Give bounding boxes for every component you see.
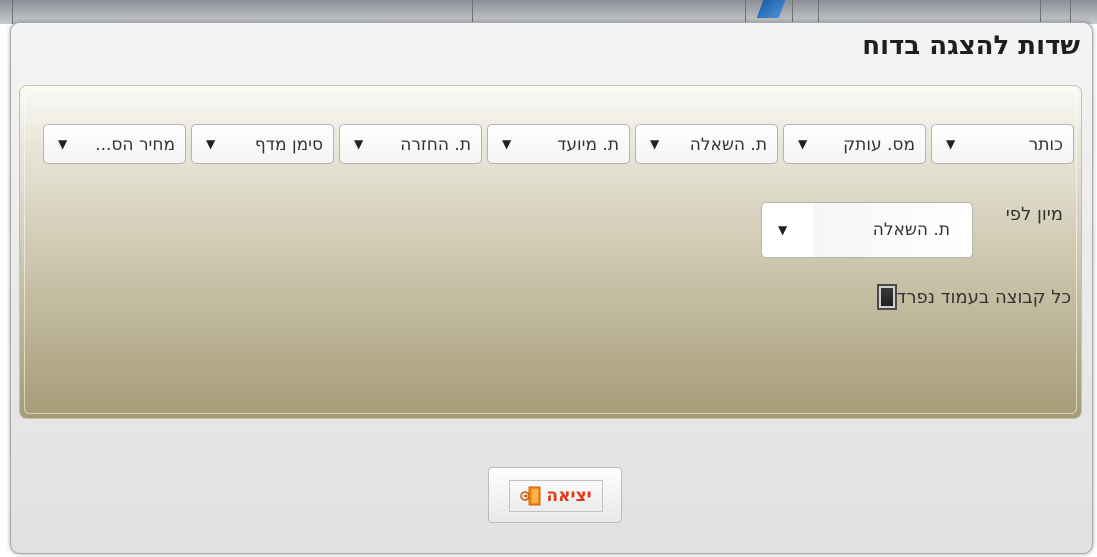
chevron-down-icon: ▼: [946, 137, 956, 151]
chevron-down-icon: ▼: [58, 137, 68, 151]
background-divider: [1070, 0, 1071, 24]
chevron-down-icon: ▼: [650, 137, 660, 151]
dropdown-label: ת. השאלה: [689, 135, 767, 155]
exit-door-icon: [520, 486, 541, 506]
exit-button-label: יציאה: [546, 486, 592, 506]
field-dropdown-return-date[interactable]: ת. החזרה ▼: [339, 124, 482, 164]
sort-by-dropdown[interactable]: ת. השאלה ▼: [761, 202, 973, 258]
dropdown-label: מחיר הס...: [95, 135, 175, 155]
background-divider: [818, 0, 819, 24]
field-dropdown-row: כותר ▼ מס. עותק ▼ ת. השאלה ▼ ת. מיועד ▼ …: [43, 124, 1074, 164]
dialog-title: שדות להצגה בדוח: [862, 31, 1080, 61]
exit-button-face[interactable]: יציאה: [509, 480, 603, 512]
background-divider: [472, 0, 473, 24]
group-page-option: כל קבוצה בעמוד נפרד: [873, 284, 1072, 310]
chevron-down-icon: ▼: [206, 137, 216, 151]
dropdown-label: ת. החזרה: [400, 135, 471, 155]
field-dropdown-price[interactable]: מחיר הס... ▼: [43, 124, 186, 164]
field-dropdown-copy-number[interactable]: מס. עותק ▼: [783, 124, 926, 164]
group-page-label: כל קבוצה בעמוד נפרד: [896, 286, 1072, 308]
chevron-down-icon: ▼: [502, 137, 512, 151]
sort-by-value: ת. השאלה: [872, 220, 950, 240]
background-icon: [756, 0, 786, 18]
background-window: [0, 0, 1097, 24]
field-dropdown-due-date[interactable]: ת. מיועד ▼: [487, 124, 630, 164]
dropdown-label: מס. עותק: [843, 135, 915, 155]
report-fields-dialog: שדות להצגה בדוח כותר ▼ מס. עותק ▼ ת. השא…: [10, 22, 1093, 554]
dropdown-label: כותר: [1028, 135, 1063, 155]
sort-by-label: מיון לפי: [1005, 204, 1063, 225]
group-page-checkbox[interactable]: [876, 284, 897, 310]
field-dropdown-title[interactable]: כותר ▼: [931, 124, 1074, 164]
chevron-down-icon: ▼: [354, 137, 364, 151]
background-divider: [12, 0, 13, 24]
dropdown-label: ת. מיועד: [557, 135, 619, 155]
background-divider: [745, 0, 746, 24]
exit-button[interactable]: יציאה: [488, 467, 622, 523]
field-dropdown-shelf-mark[interactable]: סימן מדף ▼: [191, 124, 334, 164]
chevron-down-icon: ▼: [778, 223, 788, 237]
fields-panel: כותר ▼ מס. עותק ▼ ת. השאלה ▼ ת. מיועד ▼ …: [19, 85, 1082, 419]
chevron-down-icon: ▼: [798, 137, 808, 151]
dropdown-label: סימן מדף: [254, 135, 323, 155]
background-divider: [792, 0, 793, 24]
background-divider: [1040, 0, 1041, 24]
field-dropdown-loan-date[interactable]: ת. השאלה ▼: [635, 124, 778, 164]
